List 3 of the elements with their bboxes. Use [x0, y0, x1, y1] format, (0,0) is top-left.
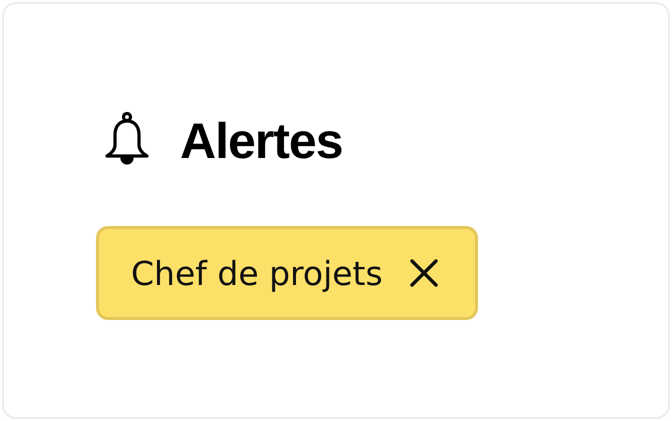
tag-label: Chef de projets — [131, 254, 383, 292]
alerts-title: Alertes — [180, 112, 343, 170]
close-icon[interactable] — [408, 258, 439, 288]
